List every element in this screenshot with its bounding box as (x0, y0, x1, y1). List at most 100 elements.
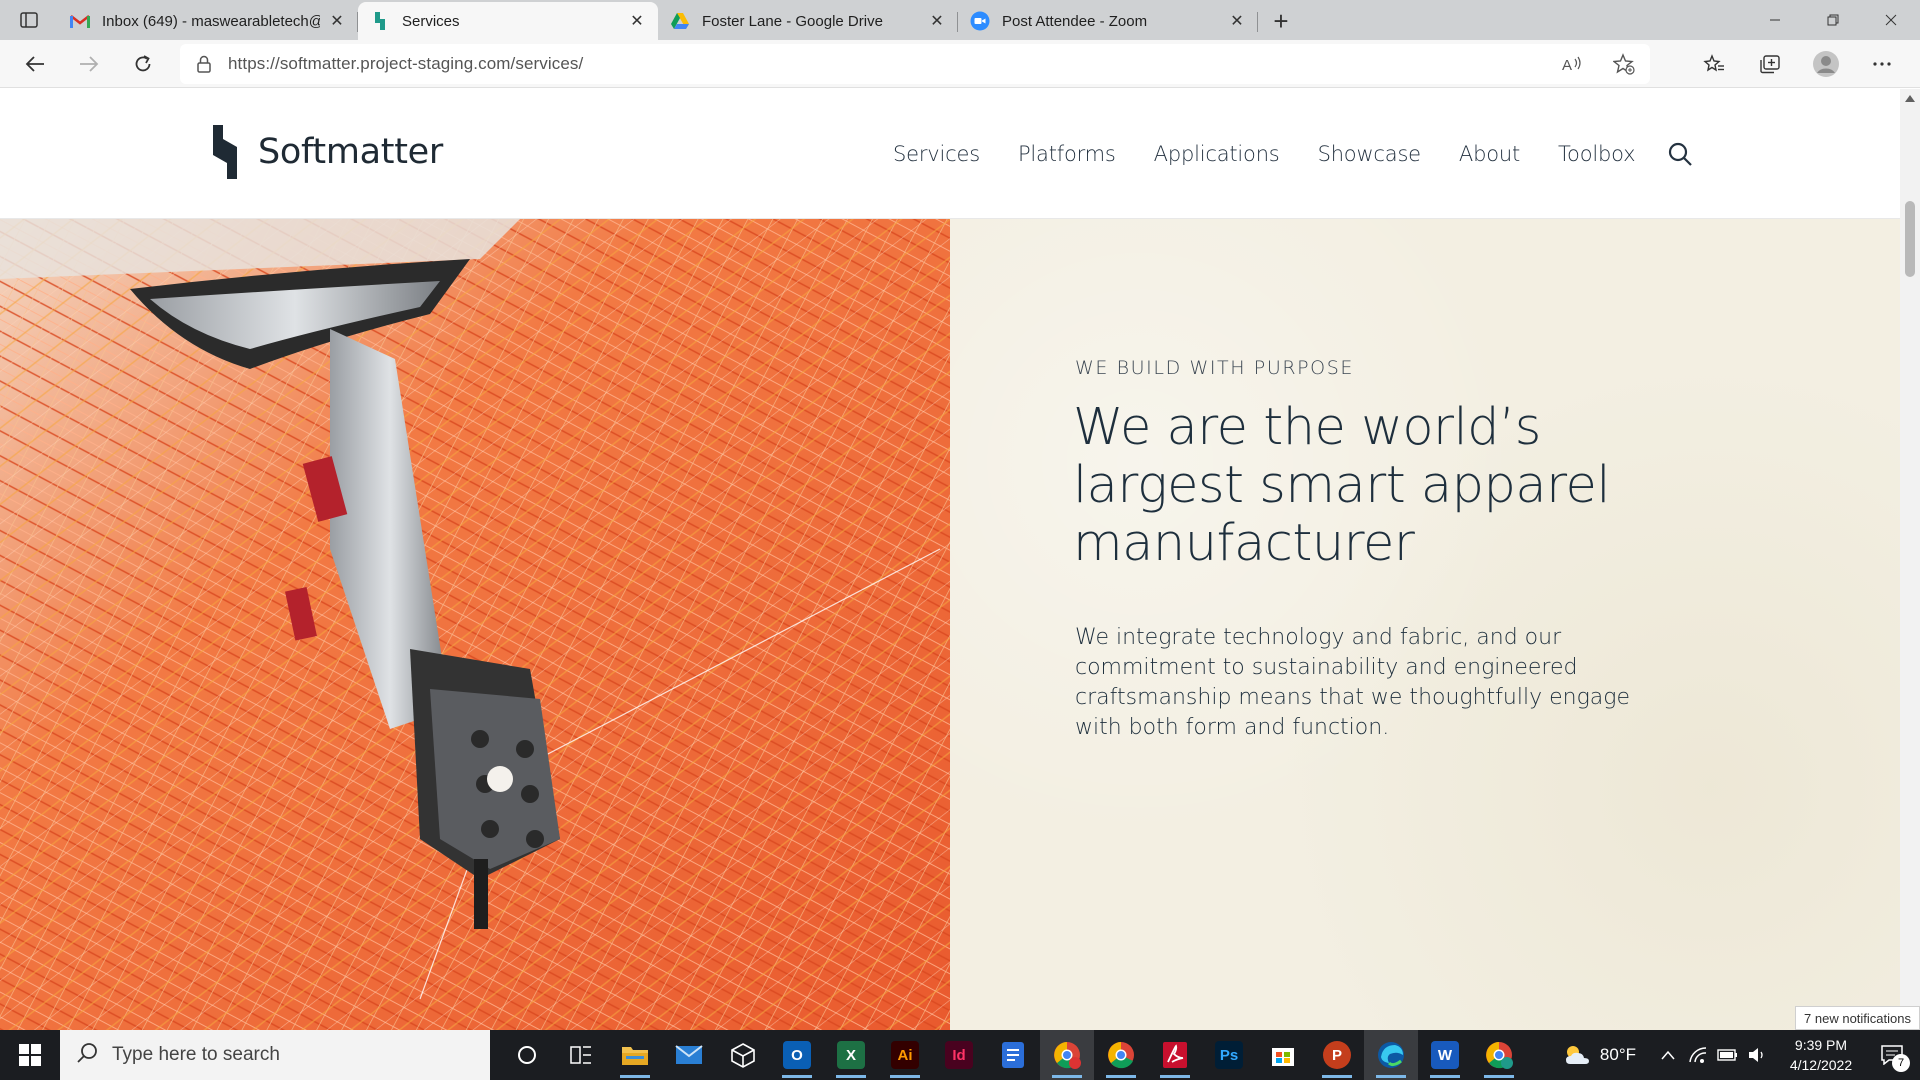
excel-label: X (837, 1041, 865, 1069)
main-nav: Services Platforms Applications Showcase… (893, 139, 1695, 169)
outlook-icon[interactable]: O (770, 1030, 824, 1080)
clock-date: 4/12/2022 (1789, 1057, 1853, 1073)
action-center-icon[interactable]: 7 (1864, 1030, 1920, 1080)
minimize-icon[interactable] (1746, 0, 1804, 40)
illustrator-icon[interactable]: Ai (878, 1030, 932, 1080)
indesign-icon[interactable]: Id (932, 1030, 986, 1080)
scroll-up-arrow-icon[interactable] (1905, 95, 1915, 102)
store-icon[interactable] (1256, 1030, 1310, 1080)
forward-icon[interactable] (62, 44, 116, 84)
acrobat-icon[interactable] (1148, 1030, 1202, 1080)
chrome-work-icon[interactable] (1094, 1030, 1148, 1080)
nav-applications[interactable]: Applications (1154, 142, 1280, 166)
tab-title: Post Attendee - Zoom (1002, 12, 1148, 30)
indesign-label: Id (945, 1041, 973, 1069)
tab-services[interactable]: Services ✕ (358, 2, 658, 40)
clock-time: 9:39 PM (1794, 1037, 1848, 1053)
illustrator-label: Ai (891, 1041, 919, 1069)
edge-icon[interactable] (1364, 1030, 1418, 1080)
outlook-label: O (783, 1041, 811, 1069)
cortana-icon[interactable] (500, 1030, 554, 1080)
thread-machine-illustration (0, 219, 950, 1030)
nav-services[interactable]: Services (893, 142, 980, 166)
zoom-icon (970, 11, 990, 31)
url-field[interactable]: https://softmatter.project-staging.com/s… (180, 44, 1650, 84)
windows-start-icon[interactable] (0, 1030, 60, 1080)
powerpoint-label: P (1323, 1041, 1351, 1069)
task-view-icon[interactable] (554, 1030, 608, 1080)
3d-viewer-icon[interactable] (716, 1030, 770, 1080)
svg-text:A: A (1562, 57, 1572, 73)
hero-eyebrow: WE BUILD WITH PURPOSE (1075, 357, 1355, 379)
tab-gmail[interactable]: Inbox (649) - maswearabletech@ ✕ (58, 2, 358, 40)
tab-title: Foster Lane - Google Drive (702, 12, 883, 30)
tab-actions-icon[interactable] (0, 0, 58, 40)
chrome-s-icon[interactable] (1472, 1030, 1526, 1080)
nav-showcase[interactable]: Showcase (1318, 142, 1422, 166)
search-icon (76, 1042, 98, 1069)
refresh-icon[interactable] (116, 44, 170, 84)
favorites-icon[interactable] (1686, 44, 1742, 84)
notification-toast[interactable]: 7 new notifications (1795, 1006, 1920, 1030)
hero-body: We integrate technology and fabric, and … (1075, 625, 1631, 740)
more-menu-icon[interactable] (1854, 44, 1910, 84)
weather-widget[interactable]: 80°F (1562, 1043, 1636, 1067)
battery-icon[interactable] (1714, 1048, 1742, 1062)
softmatter-logo-icon (213, 125, 237, 179)
add-favorite-icon[interactable] (1598, 46, 1650, 82)
search-icon[interactable] (1665, 139, 1695, 169)
browser-tools (1686, 44, 1910, 84)
chrome-profile-icon[interactable] (1040, 1030, 1094, 1080)
page-viewport: Softmatter Services Platforms Applicatio… (0, 89, 1920, 1030)
partly-cloudy-icon (1565, 1046, 1589, 1064)
back-icon[interactable] (8, 44, 62, 84)
wifi-icon[interactable] (1684, 1046, 1712, 1064)
close-tab-icon[interactable]: ✕ (928, 12, 946, 30)
photoshop-icon[interactable]: Ps (1202, 1030, 1256, 1080)
collections-icon[interactable] (1742, 44, 1798, 84)
tab-google-drive[interactable]: Foster Lane - Google Drive ✕ (658, 2, 958, 40)
volume-icon[interactable] (1744, 1047, 1772, 1063)
word-label: W (1431, 1041, 1459, 1069)
tab-title: Services (402, 12, 460, 30)
profile-avatar-icon[interactable] (1798, 44, 1854, 84)
close-tab-icon[interactable]: ✕ (328, 12, 346, 30)
nav-platforms[interactable]: Platforms (1018, 142, 1116, 166)
taskbar-clock[interactable]: 9:39 PM 4/12/2022 (1778, 1035, 1864, 1075)
new-tab-button[interactable]: + (1258, 2, 1304, 40)
softmatter-icon (370, 11, 390, 31)
lock-icon[interactable] (180, 55, 228, 73)
close-window-icon[interactable] (1862, 0, 1920, 40)
word-icon[interactable]: W (1418, 1030, 1472, 1080)
windows-taskbar: Type here to search O X Ai Id Ps P W 80°… (0, 1030, 1920, 1080)
address-toolbar: https://softmatter.project-staging.com/s… (0, 40, 1920, 88)
docs-icon[interactable] (986, 1030, 1040, 1080)
weather-temperature: 80°F (1599, 1045, 1636, 1064)
close-tab-icon[interactable]: ✕ (1228, 12, 1246, 30)
taskbar-apps: O X Ai Id Ps P W (500, 1030, 1526, 1080)
excel-icon[interactable]: X (824, 1030, 878, 1080)
site-logo[interactable]: Softmatter (210, 125, 443, 179)
read-aloud-icon[interactable]: A (1546, 46, 1598, 82)
system-tray: 80°F 9:39 PM 4/12/2022 7 (1562, 1030, 1920, 1080)
window-controls (1746, 0, 1920, 40)
close-tab-icon[interactable]: ✕ (628, 12, 646, 30)
mail-icon[interactable] (662, 1030, 716, 1080)
logo-text: Softmatter (258, 132, 443, 172)
nav-toolbox[interactable]: Toolbox (1558, 142, 1636, 166)
google-drive-icon (670, 11, 690, 31)
url-text: https://softmatter.project-staging.com/s… (228, 54, 584, 73)
restore-icon[interactable] (1804, 0, 1862, 40)
tab-separator (1257, 12, 1258, 32)
scroll-thumb[interactable] (1905, 201, 1915, 277)
page-scrollbar[interactable] (1900, 89, 1920, 1030)
nav-about[interactable]: About (1459, 142, 1520, 166)
show-hidden-icons-icon[interactable] (1654, 1050, 1682, 1060)
powerpoint-icon[interactable]: P (1310, 1030, 1364, 1080)
file-explorer-icon[interactable] (608, 1030, 662, 1080)
hero-content: WE BUILD WITH PURPOSE We are the world’s… (950, 219, 1900, 1030)
site-header: Softmatter Services Platforms Applicatio… (0, 89, 1900, 219)
gmail-icon (70, 11, 90, 31)
taskbar-search-box[interactable]: Type here to search (60, 1030, 490, 1080)
tab-zoom[interactable]: Post Attendee - Zoom ✕ (958, 2, 1258, 40)
